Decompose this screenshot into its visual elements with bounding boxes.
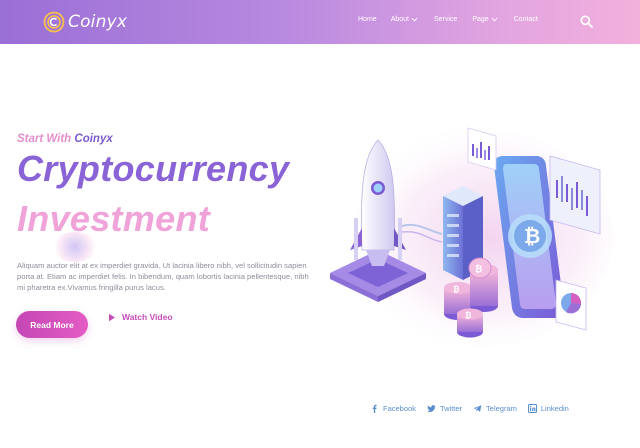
twitter-icon: [427, 405, 436, 412]
main-nav: Home About Service Page Contact: [358, 16, 538, 23]
hero-subtitle-prefix: Start With: [17, 133, 72, 145]
social-link-linkedin[interactable]: Linkedin: [527, 404, 569, 413]
brand-logo[interactable]: Coinyx: [43, 10, 127, 34]
brand-name: Coinyx: [68, 12, 128, 32]
svg-text:₿: ₿: [453, 285, 460, 294]
social-label-telegram: Telegram: [486, 404, 517, 413]
hero-description: Aliquam auctor elit at ex imperdiet grav…: [17, 261, 309, 292]
watch-video-link[interactable]: Watch Video: [108, 312, 173, 322]
nav-label-page: Page: [472, 16, 489, 23]
nav-item-service[interactable]: Service: [434, 16, 457, 23]
hero-title-line1: Cryptocurrency: [17, 148, 290, 189]
crypto-illustration: ₿ ₿ ₿ ₿ ₿: [330, 127, 613, 348]
search-icon[interactable]: [580, 15, 593, 28]
hero-subtitle-brand: Coinyx: [74, 133, 113, 145]
social-label-facebook: Facebook: [383, 404, 416, 413]
svg-text:₿: ₿: [465, 311, 472, 320]
nav-item-page[interactable]: Page: [472, 16, 498, 23]
play-icon: [109, 313, 115, 321]
hero-title-line2: Investment: [17, 198, 211, 239]
social-links: Facebook Twitter Telegram Linkedin: [370, 404, 580, 413]
nav-item-about[interactable]: About: [391, 16, 418, 23]
social-label-twitter: Twitter: [439, 404, 463, 413]
nav-label-about: About: [390, 16, 409, 23]
facebook-icon: [372, 404, 377, 413]
telegram-icon: [473, 405, 482, 412]
watch-video-label: Watch Video: [122, 312, 173, 322]
nav-item-contact[interactable]: Contact: [514, 16, 538, 23]
linkedin-icon: [527, 404, 537, 413]
read-more-label: Read More: [30, 319, 74, 330]
social-link-telegram[interactable]: Telegram: [473, 404, 517, 413]
social-label-linkedin: Linkedin: [540, 404, 569, 413]
social-link-facebook[interactable]: Facebook: [370, 404, 416, 413]
nav-item-home[interactable]: Home: [358, 16, 377, 23]
chevron-down-icon: [411, 17, 418, 22]
hero-subtitle: Start With Coinyx: [17, 133, 113, 145]
social-link-twitter[interactable]: Twitter: [427, 404, 462, 413]
site-header: Coinyx Home About Service Page Contact: [0, 0, 640, 44]
svg-text:₿: ₿: [475, 264, 482, 275]
read-more-button[interactable]: Read More: [16, 311, 88, 338]
chevron-down-icon: [491, 17, 498, 22]
nav-label-service: Service: [433, 16, 458, 23]
svg-text:₿: ₿: [524, 224, 540, 248]
nav-label-contact: Contact: [513, 16, 538, 23]
coin-logo-icon: [43, 11, 65, 33]
nav-label-home: Home: [358, 16, 377, 23]
